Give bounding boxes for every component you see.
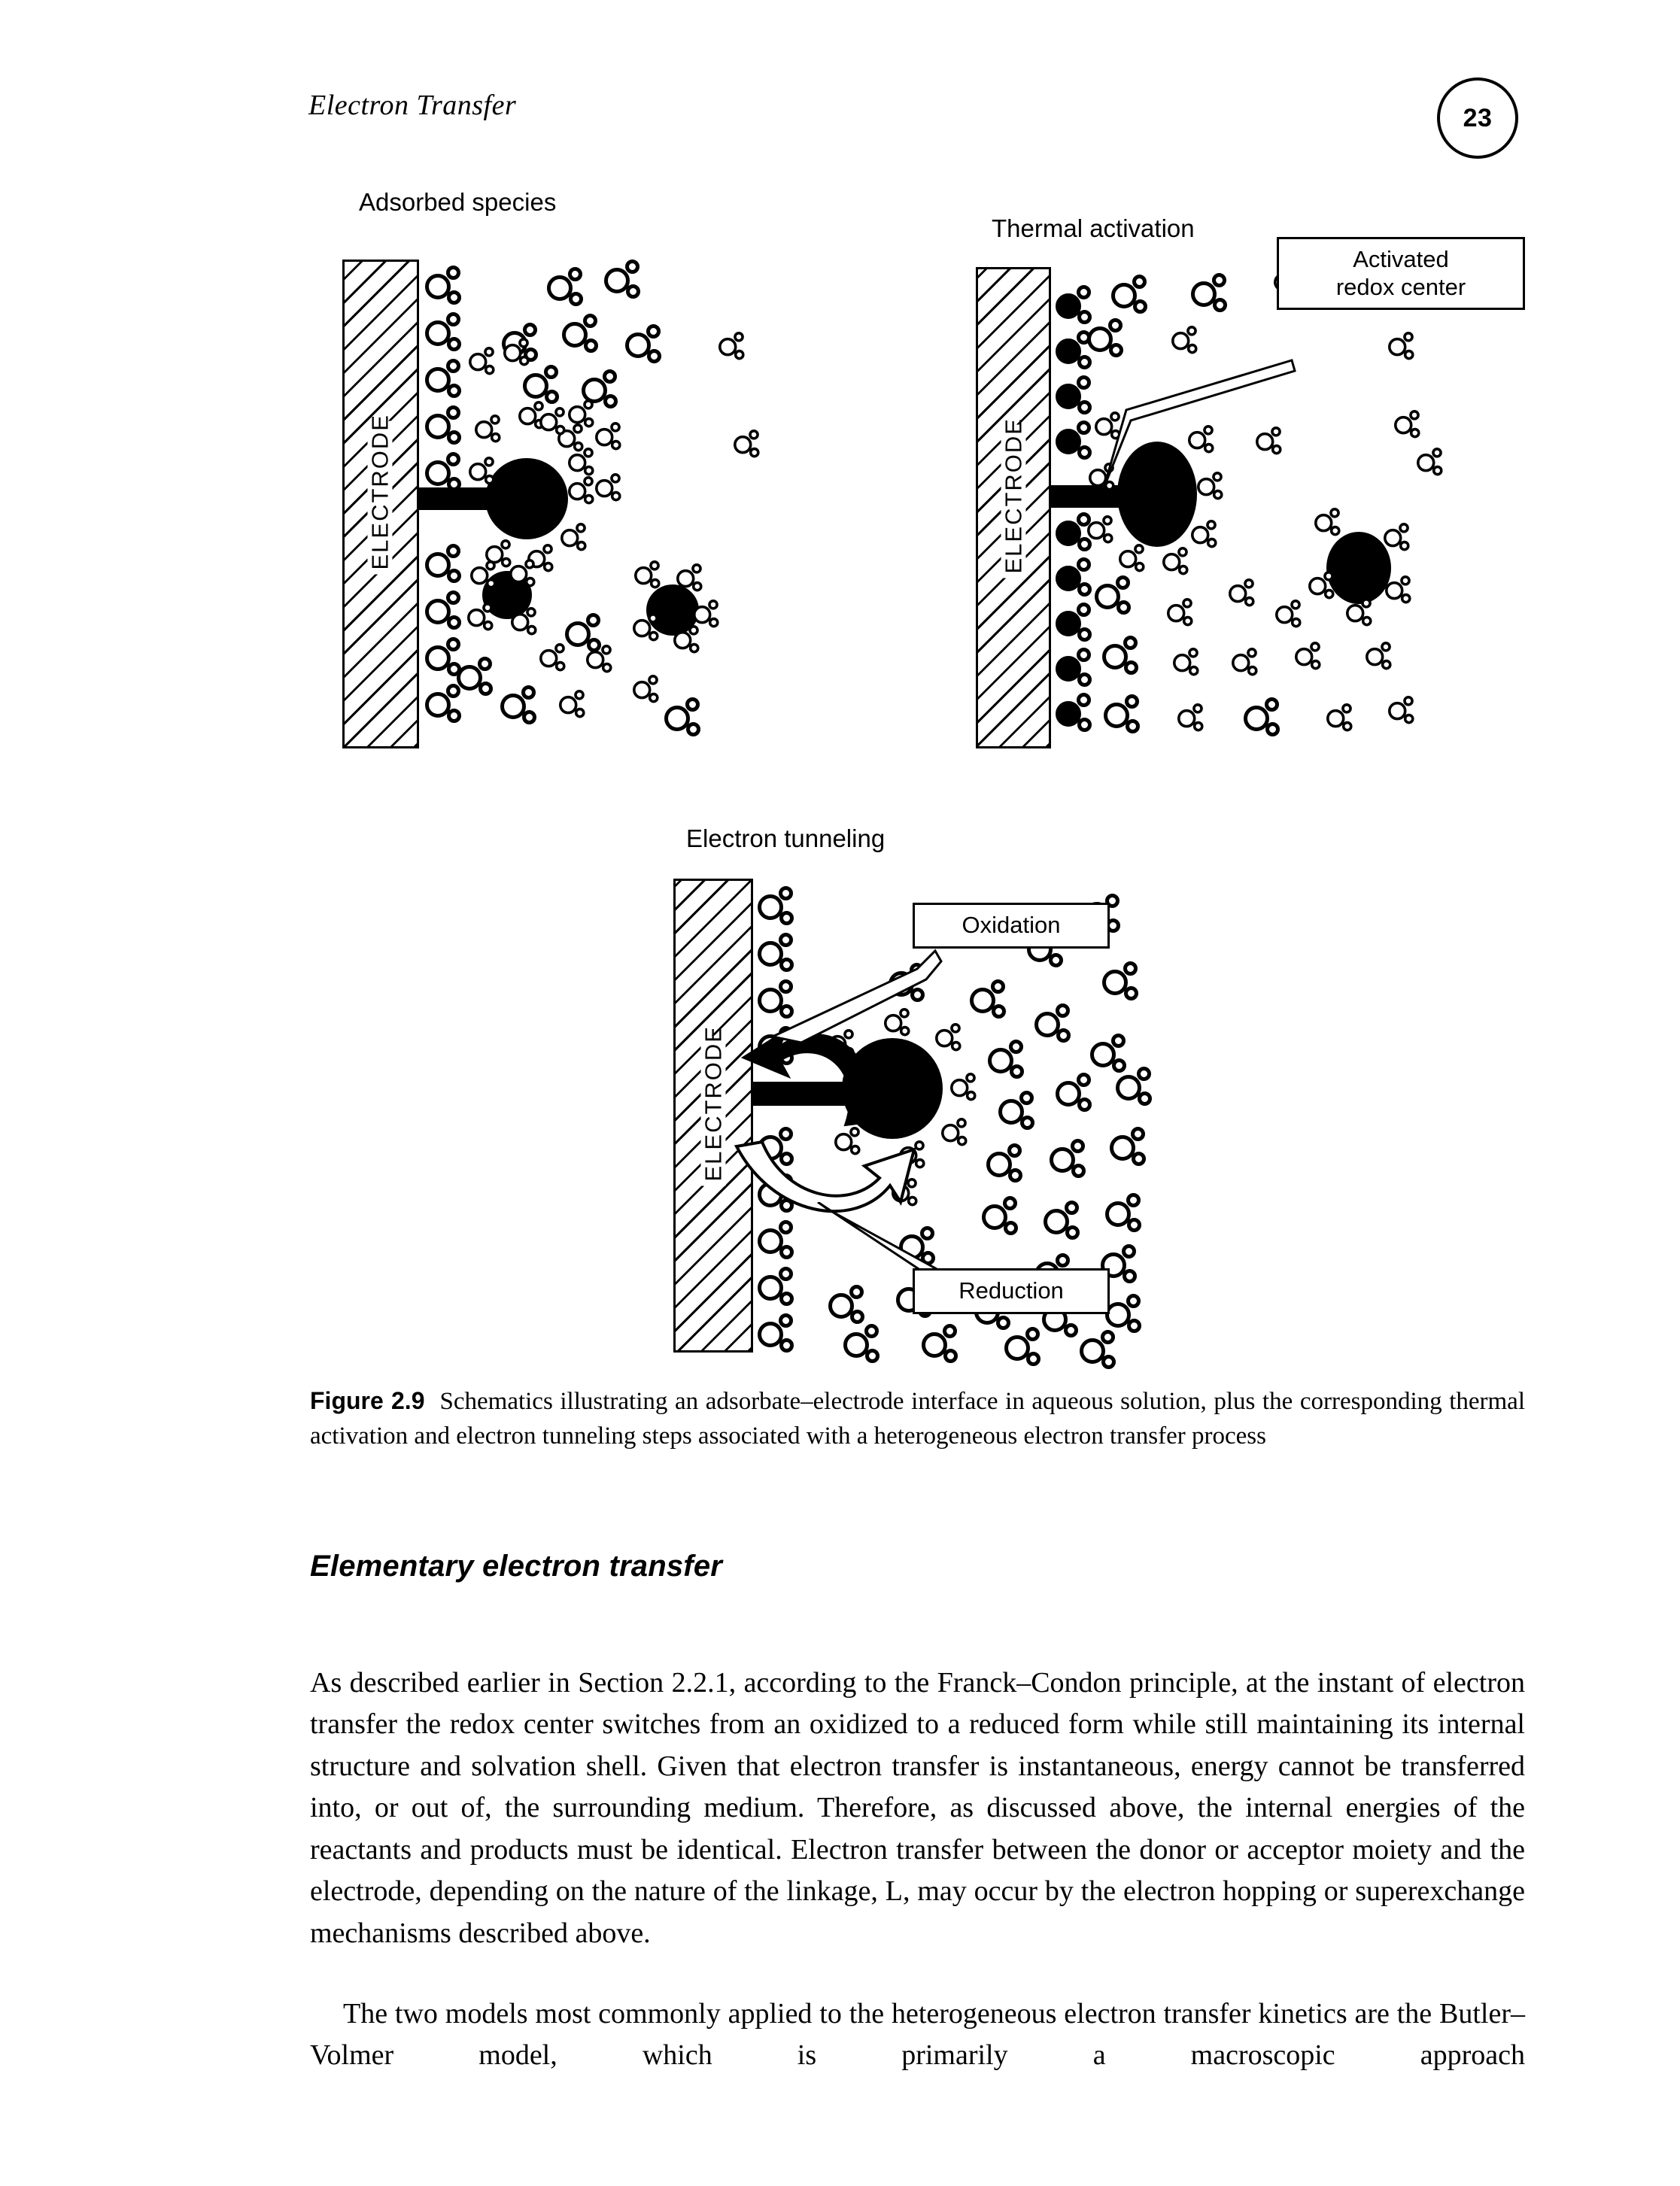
figure-caption: Figure 2.9 Schematics illustrating an ads… [310,1384,1525,1453]
panel-electron-tunneling: ELECTRODE Oxidation Reduction [673,879,1155,1369]
figure-caption-text: Schematics illustrating an adsorbate–ele… [310,1388,1526,1450]
electrode-label: ELECTRODE [700,1025,727,1186]
panel-title-electron-tunneling: Electron tunneling [686,824,886,852]
callout-oxidation: Oxidation [913,903,1110,949]
callout-line-1: Oxidation [962,912,1061,938]
callout-leader-oxidation [769,949,943,1044]
panel-adsorbed-species: ELECTRODE [342,260,854,748]
redox-center-primary [485,458,568,539]
electrode-label: ELECTRODE [367,414,393,575]
callout-line-2: redox center [1335,273,1466,300]
callout-line-1: Activated [1353,246,1449,272]
body-paragraph-1: As described earlier in Section 2.2.1, a… [310,1667,1525,1949]
section-heading: Elementary electron transfer [310,1550,723,1583]
linker-bar [419,487,493,510]
panel-title-adsorbed-species: Adsorbed species [359,188,557,216]
callout-leader-activated [1104,359,1296,489]
redox-center-bulk [1326,532,1391,604]
panel-thermal-activation: ELECTRODE Activated redox center [976,237,1525,748]
callout-activated-redox-center: Activated redox center [1277,237,1525,311]
figure-number: Figure 2.9 [310,1387,425,1414]
panel-title-thermal-activation: Thermal activation [992,214,1195,242]
body-paragraph-2: The two models most commonly applied to … [310,1998,1525,2072]
electrode-label: ELECTRODE [1001,417,1027,578]
callout-reduction: Reduction [913,1268,1110,1314]
figure-2-9: Adsorbed species ELECTRODE Thermal activ… [0,0,1680,1369]
callout-line-1: Reduction [958,1277,1064,1304]
